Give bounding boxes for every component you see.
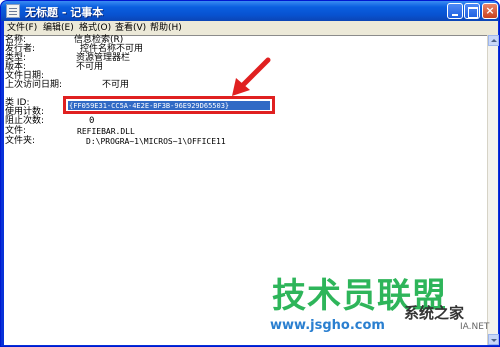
red-arrow-icon <box>232 57 271 96</box>
maximize-button[interactable] <box>464 3 480 19</box>
class-id-highlight-box: {FF059E31-CC5A-4E2E-BF3B-96E929D65503} <box>63 96 275 114</box>
last-access-key: 上次访问日期: <box>5 80 63 90</box>
menu-bar: 文件(F) 编辑(E) 格式(O) 查看(V) 帮助(H) <box>4 21 498 35</box>
menu-edit[interactable]: 编辑(E) <box>43 21 74 35</box>
scroll-up-arrow-icon[interactable] <box>488 35 499 46</box>
block-count-value: 0 <box>89 116 95 126</box>
folder-value: D:\PROGRA~1\MICROS~1\OFFICE11 <box>86 137 226 146</box>
minimize-button[interactable] <box>447 3 463 19</box>
watermark-net: IA.NET <box>460 322 490 332</box>
menu-help[interactable]: 帮助(H) <box>150 21 182 35</box>
class-id-value[interactable]: {FF059E31-CC5A-4E2E-BF3B-96E929D65503} <box>69 102 229 110</box>
file-key: 文件: <box>5 126 27 136</box>
window-title: 无标题 - 记事本 <box>25 6 104 19</box>
menu-file[interactable]: 文件(F) <box>7 21 37 35</box>
last-access-value: 不可用 <box>102 80 130 90</box>
menu-view[interactable]: 查看(V) <box>115 21 146 35</box>
close-button[interactable]: × <box>482 3 498 19</box>
watermark-logo: 技术员联盟 www.jsgho.com 系统之家 IA.NET <box>270 276 496 342</box>
menu-format[interactable]: 格式(O) <box>79 21 111 35</box>
file-value: REFIEBAR.DLL <box>77 127 135 136</box>
block-count-key: 阻止次数: <box>5 116 45 126</box>
notepad-icon <box>6 4 20 18</box>
version-value: 不可用 <box>76 62 104 72</box>
watermark-sys: 系统之家 <box>404 304 465 322</box>
watermark-url: www.jsgho.com <box>270 318 385 333</box>
title-bar[interactable]: 无标题 - 记事本 × <box>1 1 499 21</box>
folder-key: 文件夹: <box>5 136 36 146</box>
